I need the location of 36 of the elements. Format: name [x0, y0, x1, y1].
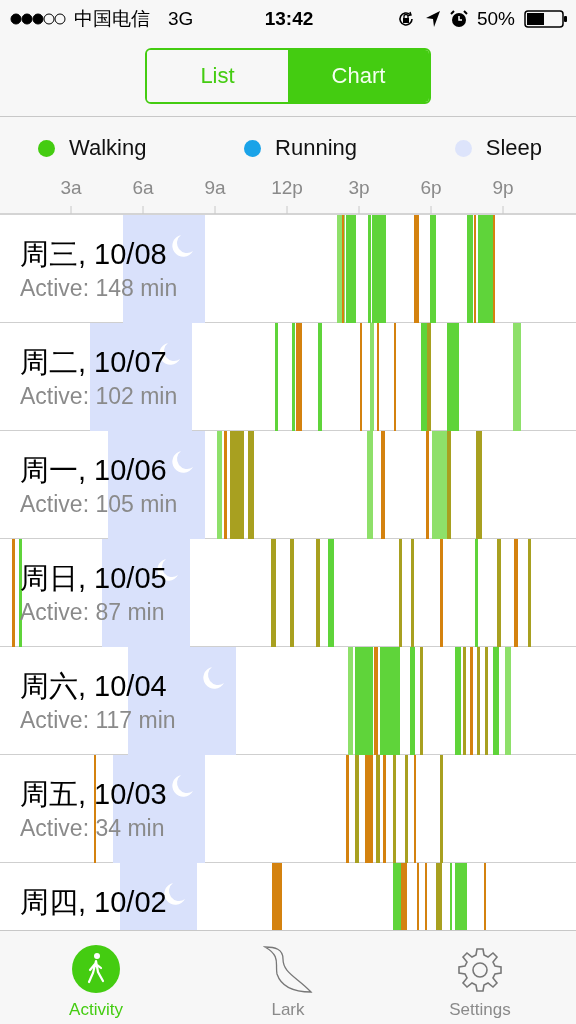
day-date: 周一, 10/06 — [20, 453, 167, 488]
walking-person-icon — [71, 944, 121, 994]
tick-label: 6p — [420, 177, 442, 199]
carrier-name: 中国电信 — [74, 7, 150, 31]
active-minutes: Active: 117 min — [20, 706, 176, 735]
location-arrow-icon — [424, 10, 441, 28]
tick-label: 3a — [60, 177, 82, 199]
clock-time: 13:42 — [264, 8, 314, 30]
day-date: 周二, 10/07 — [20, 345, 167, 380]
active-minutes: Active: 148 min — [20, 274, 178, 303]
day-date: 周四, 10/02 — [20, 885, 167, 920]
legend-label: Walking — [69, 135, 147, 161]
battery-icon — [524, 10, 568, 28]
active-minutes: Active: 34 min — [20, 814, 165, 843]
tab-bar-item[interactable]: Lark — [218, 944, 358, 1020]
bird-icon — [263, 944, 313, 994]
active-minutes: Active: 102 min — [20, 382, 178, 411]
tab-bar-item[interactable]: Activity — [26, 944, 166, 1020]
active-minutes: Active: 105 min — [20, 490, 178, 519]
tick-label: 9p — [492, 177, 514, 199]
battery-percent: 50% — [476, 8, 515, 30]
tick-label: 9a — [204, 177, 226, 199]
alarm-clock-icon — [449, 10, 468, 28]
day-date: 周六, 10/04 — [20, 669, 167, 704]
legend-label: Sleep — [485, 135, 542, 161]
legend-label: Running — [275, 135, 358, 161]
segment-tab[interactable]: Chart — [288, 50, 429, 102]
tick-label: 6a — [132, 177, 154, 199]
day-date: 周五, 10/03 — [20, 777, 167, 812]
network-type: 3G — [168, 8, 194, 30]
signal-icon — [10, 13, 66, 25]
settings-icon — [456, 946, 504, 994]
tick-label: 12p — [271, 177, 303, 199]
tick-label: 3p — [348, 177, 370, 199]
tab-bar-item[interactable]: Settings — [410, 946, 550, 1020]
day-date: 周三, 10/08 — [20, 237, 167, 272]
